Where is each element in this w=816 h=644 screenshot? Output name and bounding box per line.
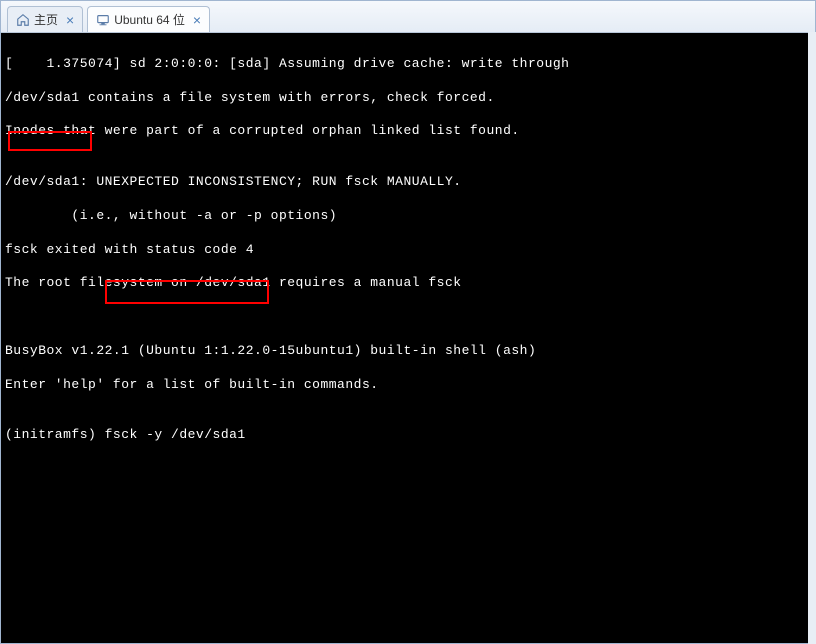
monitor-icon	[96, 13, 110, 27]
tab-bar: 主页 × Ubuntu 64 位 ×	[1, 1, 815, 33]
tab-home[interactable]: 主页 ×	[7, 6, 83, 32]
terminal-line: /dev/sda1: UNEXPECTED INCONSISTENCY; RUN…	[5, 174, 811, 191]
tab-ubuntu[interactable]: Ubuntu 64 位 ×	[87, 6, 210, 32]
tab-label: 主页	[34, 11, 58, 28]
terminal-line: fsck exited with status code 4	[5, 242, 811, 259]
close-icon[interactable]: ×	[193, 13, 201, 27]
close-icon[interactable]: ×	[66, 13, 74, 27]
app-window: 主页 × Ubuntu 64 位 × [ 1.375074] sd 2:0:0:…	[0, 0, 816, 644]
home-icon	[16, 13, 30, 27]
scrollbar[interactable]	[808, 32, 816, 644]
terminal-line: [ 1.375074] sd 2:0:0:0: [sda] Assuming d…	[5, 56, 811, 73]
tab-label: Ubuntu 64 位	[114, 11, 185, 28]
terminal-line: The root filesystem on /dev/sda1 require…	[5, 275, 811, 292]
terminal-line: BusyBox v1.22.1 (Ubuntu 1:1.22.0-15ubunt…	[5, 343, 811, 360]
terminal-line: /dev/sda1 contains a file system with er…	[5, 90, 811, 107]
terminal-line: Enter 'help' for a list of built-in comm…	[5, 377, 811, 394]
terminal-line: Inodes that were part of a corrupted orp…	[5, 123, 811, 140]
terminal-output[interactable]: [ 1.375074] sd 2:0:0:0: [sda] Assuming d…	[1, 33, 815, 643]
terminal-line: (initramfs) fsck -y /dev/sda1	[5, 427, 811, 444]
terminal-line: (i.e., without -a or -p options)	[5, 208, 811, 225]
